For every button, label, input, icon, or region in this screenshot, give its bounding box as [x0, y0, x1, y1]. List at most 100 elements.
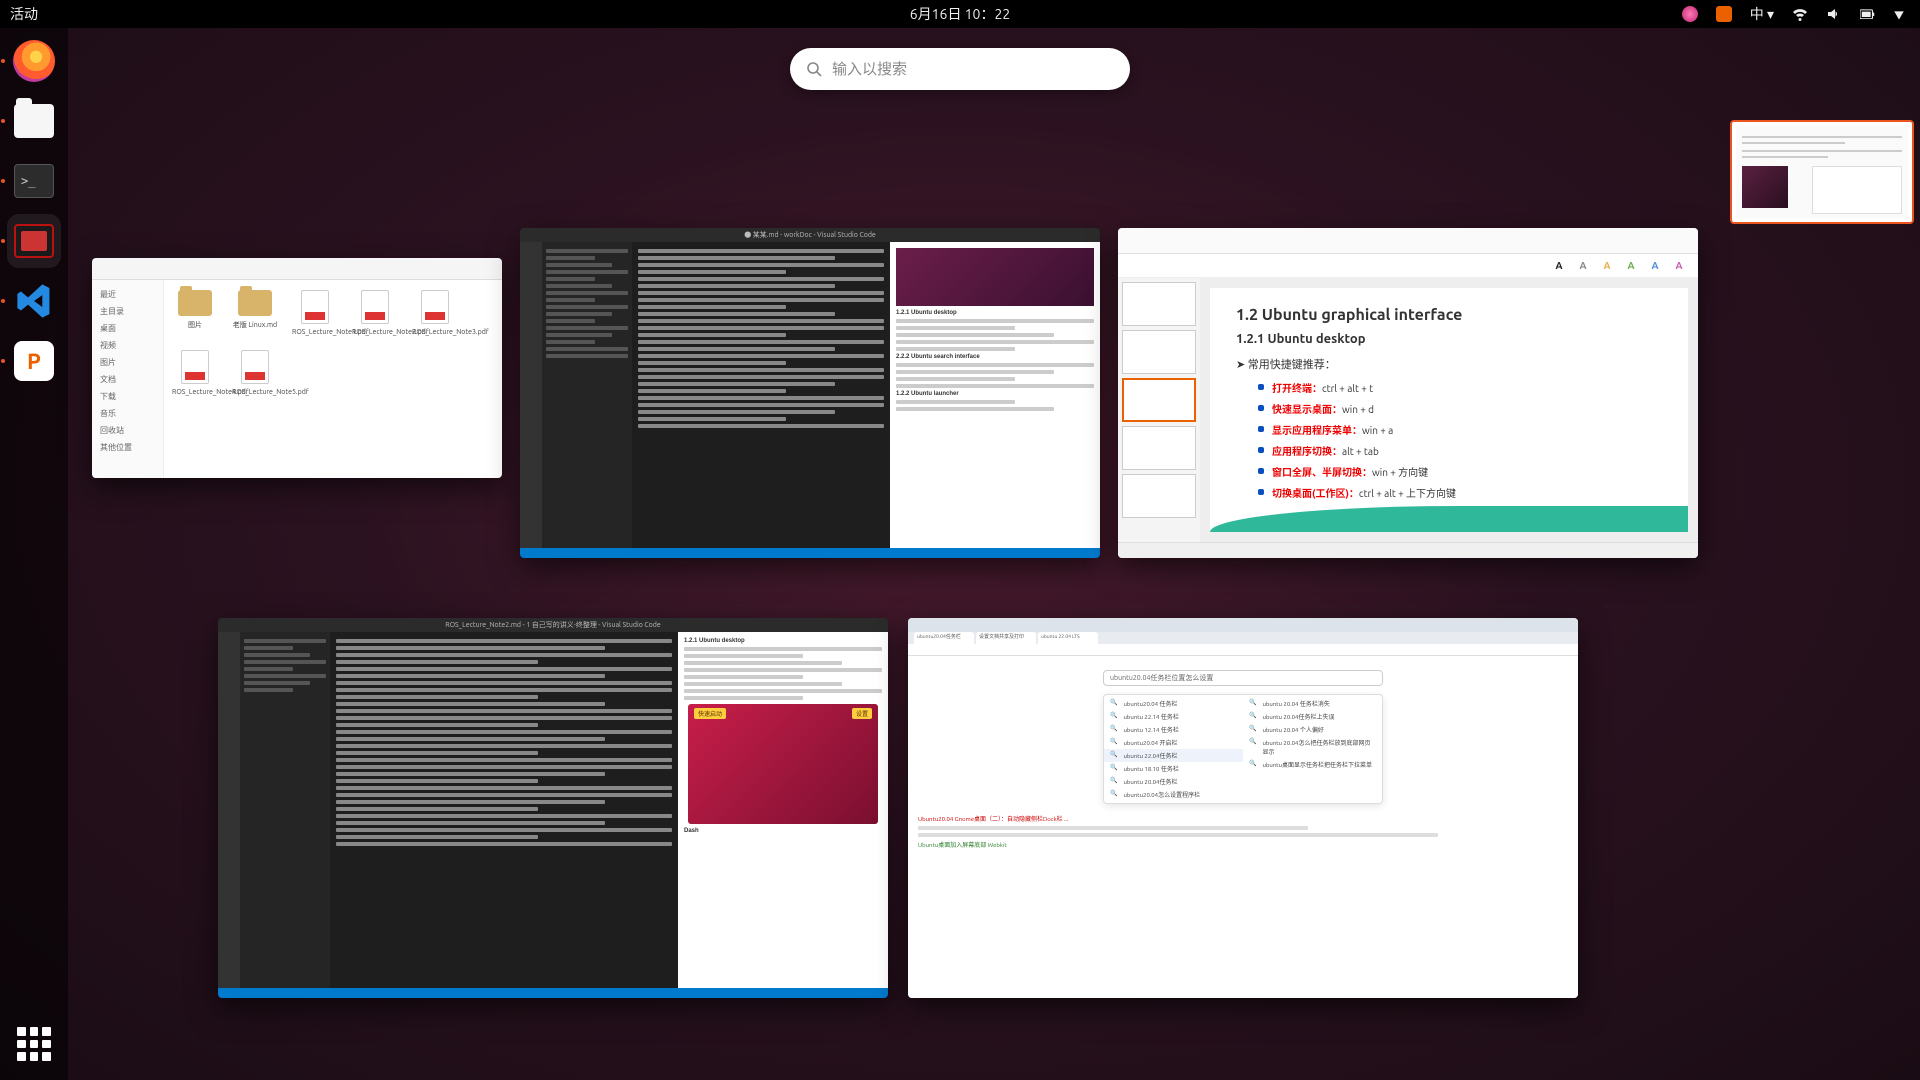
suggestion-item[interactable]: ubuntu20.04怎么设置程序栏: [1104, 788, 1243, 801]
window-vscode-1[interactable]: ● 某某.md - workDoc - Visual Studio Code ●…: [520, 228, 1100, 558]
vscode-preview[interactable]: 1.2.1 Ubuntu desktop 2.2.2 Ubuntu search…: [890, 242, 1100, 548]
wps-ribbon[interactable]: A A A A A A: [1118, 254, 1698, 278]
window-wps[interactable]: WPS Presentation A A A A A A 1.2 Ubuntu …: [1118, 228, 1698, 558]
suggestion-item[interactable]: ubuntu 22.04任务栏: [1104, 749, 1243, 762]
browser-tab[interactable]: 设置文档共享及打印: [976, 632, 1036, 644]
tray-app1-icon[interactable]: [1682, 6, 1698, 22]
fm-item[interactable]: 老版 Linux.md: [232, 290, 278, 336]
browser-tabstrip[interactable]: ubuntu20.04任务栏 设置文档共享及打印 ubuntu 22.04 LT…: [908, 632, 1578, 644]
preview-hero-image: 快速启动 设置: [688, 704, 878, 824]
pdf-icon: [361, 290, 389, 324]
search-input[interactable]: [832, 61, 1114, 78]
slide-text: ➤ 常用快捷键推荐：: [1236, 356, 1662, 372]
dock-firefox[interactable]: [7, 34, 61, 88]
fm-item[interactable]: ROS_Lecture_Note3.pdf: [412, 290, 458, 336]
browser-tab[interactable]: ubuntu20.04任务栏: [914, 632, 974, 644]
ime-label: 中: [1750, 6, 1764, 22]
dock-vscode[interactable]: [7, 274, 61, 328]
system-menu-chevron-icon[interactable]: ▼: [1894, 7, 1904, 22]
suggestion-item[interactable]: ubuntu20.04 任务栏: [1104, 697, 1243, 710]
dock-wps[interactable]: P: [7, 334, 61, 388]
fm-item[interactable]: ROS_Lecture_Note4.pdf: [172, 350, 218, 396]
slide-thumb[interactable]: [1122, 474, 1196, 518]
suggestion-item[interactable]: ubuntu 20.04 任务栏消失: [1243, 697, 1382, 710]
font-color-swatch[interactable]: A: [1646, 257, 1664, 275]
folder-icon: [238, 290, 272, 316]
browser-viewport[interactable]: ubuntu20.04任务栏位置怎么设置 ubuntu20.04 任务栏 ubu…: [908, 656, 1578, 998]
activities-search[interactable]: [790, 48, 1130, 90]
dock-screenshot[interactable]: [7, 214, 61, 268]
fm-side-item[interactable]: 主目录: [96, 303, 159, 320]
fm-item[interactable]: ROS_Lecture_Note5.pdf: [232, 350, 278, 396]
browser-chrome: [908, 618, 1578, 632]
fm-side-item[interactable]: 音乐: [96, 405, 159, 422]
font-color-swatch[interactable]: A: [1550, 257, 1568, 275]
vscode-sidebar[interactable]: [542, 242, 632, 548]
suggestion-item[interactable]: ubuntu桌面显示任务栏把任务栏下拉菜单: [1243, 758, 1382, 771]
activities-button[interactable]: 活动: [0, 4, 38, 24]
window-file-manager[interactable]: ROS课程讲义 最近 主目录 桌面 视频 图片 文档 下载 音乐 回收站 其他位…: [92, 258, 502, 478]
tray-app2-icon[interactable]: [1716, 6, 1732, 22]
pdf-icon: [301, 290, 329, 324]
slide-thumb[interactable]: [1122, 378, 1196, 422]
fm-side-item[interactable]: 最近: [96, 286, 159, 303]
slide-thumb[interactable]: [1122, 330, 1196, 374]
fm-side-item[interactable]: 下载: [96, 388, 159, 405]
suggestion-item[interactable]: ubuntu 20.04任务栏上失误: [1243, 710, 1382, 723]
clock[interactable]: 6月16日 10：22: [910, 4, 1010, 24]
dock-terminal[interactable]: [7, 154, 61, 208]
show-applications-button[interactable]: [7, 1026, 61, 1080]
vscode-sidebar[interactable]: [240, 632, 330, 988]
workspace-thumbnail-1[interactable]: [1730, 120, 1914, 224]
suggestion-item[interactable]: ubuntu20.04 开启栏: [1104, 736, 1243, 749]
font-color-swatch[interactable]: A: [1598, 257, 1616, 275]
fm-item[interactable]: ROS_Lecture_Note2.pdf: [352, 290, 398, 336]
suggestion-item[interactable]: ubuntu 22.14 任务栏: [1104, 710, 1243, 723]
suggestion-item[interactable]: ubuntu 20.04 个人偏好: [1243, 723, 1382, 736]
font-color-swatch[interactable]: A: [1622, 257, 1640, 275]
browser-address-bar[interactable]: [908, 644, 1578, 656]
window-browser[interactable]: ubuntu20.04任务栏 - 必应 ubuntu20.04任务栏 设置文档共…: [908, 618, 1578, 998]
preview-heading: Dash: [684, 828, 699, 834]
suggestion-item[interactable]: ubuntu 20.04任务栏: [1104, 775, 1243, 788]
font-color-swatch[interactable]: A: [1670, 257, 1688, 275]
vscode-preview[interactable]: 1.2.1 Ubuntu desktop 快速启动 设置 Dash: [678, 632, 888, 988]
fm-side-item[interactable]: 文档: [96, 371, 159, 388]
suggestion-item[interactable]: ubuntu 20.04怎么把任务栏放到底部网页显示: [1243, 736, 1382, 758]
fm-side-item[interactable]: 其他位置: [96, 439, 159, 456]
vscode-activity-bar[interactable]: [218, 632, 240, 988]
vscode-titlebar: ROS_Lecture_Note2.md - 1 自己写的讲义-终整理 - Vi…: [218, 618, 888, 632]
font-color-swatch[interactable]: A: [1574, 257, 1592, 275]
fm-side-item[interactable]: 桌面: [96, 320, 159, 337]
volume-icon[interactable]: [1826, 6, 1842, 22]
vscode-editor[interactable]: [632, 242, 890, 548]
network-icon[interactable]: [1792, 6, 1808, 22]
suggestion-item[interactable]: ubuntu 18.10 任务栏: [1104, 762, 1243, 775]
slide-thumb[interactable]: [1122, 426, 1196, 470]
wps-slide-canvas[interactable]: 1.2 Ubuntu graphical interface 1.2.1 Ubu…: [1210, 288, 1688, 532]
fm-side-item[interactable]: 回收站: [96, 422, 159, 439]
bing-search-box[interactable]: ubuntu20.04任务栏位置怎么设置: [1103, 670, 1383, 686]
battery-icon[interactable]: [1860, 6, 1876, 22]
slide-thumb[interactable]: [1122, 282, 1196, 326]
fm-side-item[interactable]: 视频: [96, 337, 159, 354]
vscode-editor[interactable]: [330, 632, 678, 988]
fm-side-item[interactable]: 图片: [96, 354, 159, 371]
vscode-titlebar: ● 某某.md - workDoc - Visual Studio Code: [520, 228, 1100, 242]
vscode-status-bar[interactable]: [520, 548, 1100, 558]
wps-slide-thumbnails[interactable]: [1118, 278, 1200, 542]
activities-overview: ROS课程讲义 最近 主目录 桌面 视频 图片 文档 下载 音乐 回收站 其他位…: [68, 28, 1920, 1080]
search-icon: [806, 61, 822, 77]
fm-item[interactable]: ROS_Lecture_Note1.pdf: [292, 290, 338, 336]
vscode-activity-bar[interactable]: [520, 242, 542, 548]
ime-indicator[interactable]: 中 ▾: [1750, 4, 1774, 24]
vscode-status-bar[interactable]: [218, 988, 888, 998]
fm-item-label: 图片: [188, 321, 202, 329]
window-vscode-2[interactable]: ROS_Lecture_Note2.md - 1 自己写的讲义-终整理 - Vi…: [218, 618, 888, 998]
vscode-icon: [15, 282, 53, 320]
search-result[interactable]: Ubuntu20.04 Gnome桌面（二）：自动隐藏侧栏Dock栏 ... U…: [918, 814, 1568, 849]
fm-item[interactable]: 图片: [172, 290, 218, 336]
suggestion-item[interactable]: ubuntu 12.14 任务栏: [1104, 723, 1243, 736]
dock-files[interactable]: [7, 94, 61, 148]
browser-tab[interactable]: ubuntu 22.04 LTS: [1038, 632, 1098, 644]
